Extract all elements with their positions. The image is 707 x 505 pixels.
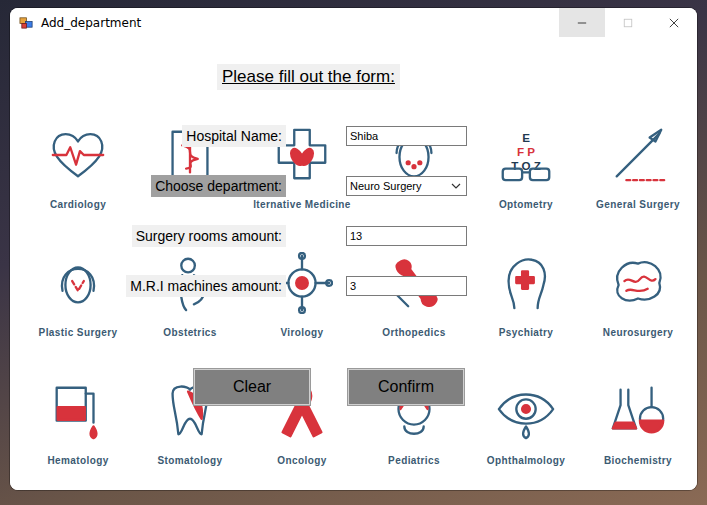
- blood-bag-icon: [47, 380, 109, 442]
- department-caption: Plastic Surgery: [39, 327, 118, 339]
- form-button[interactable]: Clear: [194, 369, 310, 405]
- head-icon: [47, 252, 109, 314]
- department-tile: General Surgery: [582, 115, 694, 243]
- field-label: Hospital Name:: [182, 125, 286, 147]
- window-title: Add_department: [41, 16, 141, 30]
- department-dropdown[interactable]: Neuro Surgery: [346, 176, 467, 196]
- department-caption: Oncology: [277, 455, 326, 467]
- form-fields: Hospital Name: Shiba Choose department: Neu…: [10, 125, 467, 297]
- field-label: Surgery rooms amount:: [132, 225, 286, 247]
- flask-icon: [607, 380, 669, 442]
- eye-icon: [495, 380, 557, 442]
- scalpel-icon: [607, 124, 669, 186]
- department-tile: Cardiology: [22, 115, 134, 243]
- department-caption: Neurosurgery: [603, 327, 673, 339]
- department-tile: Neurosurgery: [582, 243, 694, 371]
- form-area: Cardiology lternative Medicine EF PT O Z Op…: [10, 37, 697, 490]
- department-tile: Hematology: [22, 371, 134, 490]
- maximize-icon: [623, 18, 633, 28]
- eye-chart-letters: E: [522, 131, 530, 144]
- department-caption: General Surgery: [596, 199, 680, 211]
- text-field[interactable]: Shiba: [346, 126, 467, 146]
- department-caption: Stomatology: [158, 455, 223, 467]
- department-tile: Orthopedics: [358, 243, 470, 371]
- department-caption: Psychiatry: [499, 327, 554, 339]
- department-tile: Ophthalmology: [470, 371, 582, 490]
- form-button[interactable]: Confirm: [348, 369, 464, 405]
- desktop: Add_department Cardiology lternative Medic…: [0, 0, 707, 505]
- department-tile: Biochemistry: [582, 371, 694, 490]
- department-form: Please fill out the form: Hospital Name: S…: [10, 37, 697, 490]
- department-icons: Cardiology lternative Medicine EF PT O Z Op…: [10, 37, 697, 490]
- department-tile: Virology: [246, 243, 358, 371]
- department-caption: Ophthalmology: [487, 455, 566, 467]
- minimize-icon: [577, 18, 587, 28]
- field-label: M.R.I machines amount:: [126, 275, 286, 297]
- department-caption: Orthopedics: [382, 327, 445, 339]
- department-caption: Biochemistry: [604, 455, 672, 467]
- department-caption: Virology: [280, 327, 323, 339]
- close-icon: [669, 18, 679, 28]
- window-controls: [559, 8, 697, 37]
- app-icon: [19, 15, 34, 30]
- close-button[interactable]: [651, 8, 697, 37]
- chevron-down-icon: [451, 183, 461, 189]
- department-tile: Psychiatry: [470, 243, 582, 371]
- maximize-button: [605, 8, 651, 37]
- eye-chart-letters: F P: [517, 145, 535, 158]
- text-field[interactable]: 3: [346, 276, 467, 296]
- department-tile: Plastic Surgery: [22, 243, 134, 371]
- eye-chart-icon: EF PT O Z: [495, 124, 557, 186]
- department-caption: Hematology: [47, 455, 108, 467]
- form-buttons: Clear Confirm: [194, 369, 464, 405]
- department-caption: Optometry: [499, 199, 553, 211]
- department-caption: Cardiology: [50, 199, 106, 211]
- minimize-button[interactable]: [559, 8, 605, 37]
- brain-icon: [607, 252, 669, 314]
- department-caption: Pediatrics: [388, 455, 440, 467]
- text-field[interactable]: 13: [346, 226, 467, 246]
- department-tile: EF PT O Z Optometry: [470, 115, 582, 243]
- app-window: Add_department Cardiology lternative Medic…: [10, 8, 697, 490]
- title-bar: Add_department: [10, 8, 697, 37]
- heart-icon: [47, 124, 109, 186]
- form-heading: Please fill out the form:: [217, 64, 400, 90]
- field-label: Choose department:: [151, 175, 286, 197]
- department-caption: Obstetrics: [163, 327, 216, 339]
- department-caption: lternative Medicine: [253, 199, 351, 211]
- department-tile: Obstetrics: [134, 243, 246, 371]
- mind-icon: [495, 252, 557, 314]
